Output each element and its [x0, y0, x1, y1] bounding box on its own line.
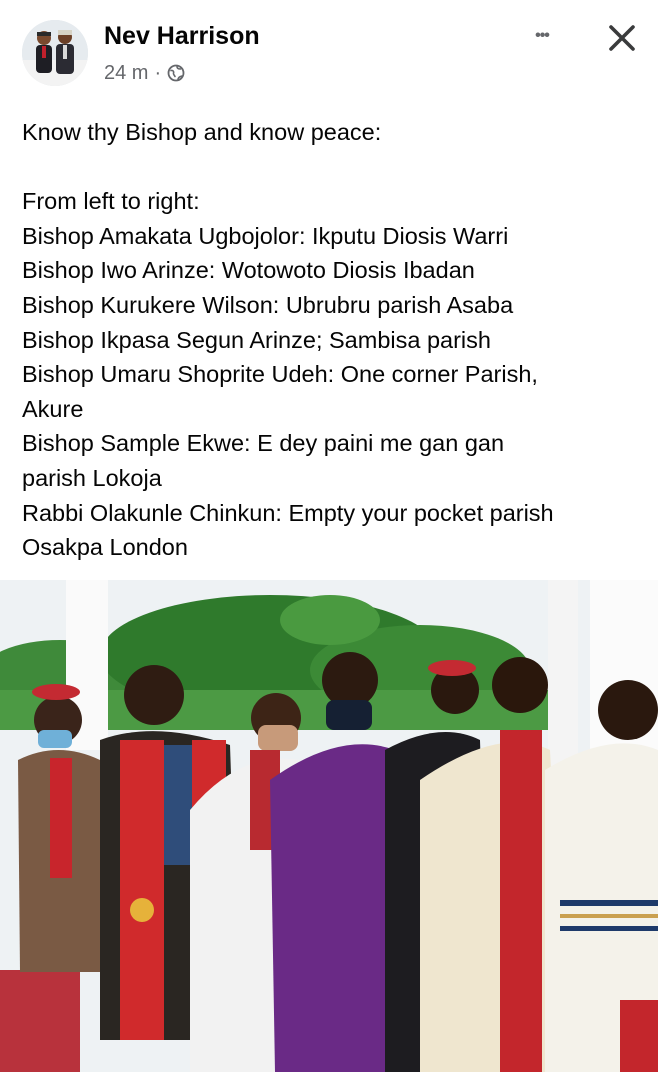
post-text-line: From left to right:: [22, 188, 200, 215]
post-text-line: parish Lokoja: [22, 464, 162, 491]
post-text-line: Bishop Sample Ekwe: E dey paini me gan g…: [22, 430, 505, 457]
meta-separator: ·: [154, 61, 162, 84]
more-options-button[interactable]: •••: [520, 22, 564, 50]
avatar-image: [22, 20, 88, 86]
post-text: Know thy Bishop and know peace: From lef…: [22, 115, 647, 565]
post-text-line: [22, 150, 647, 185]
post-text-line: Bishop Kurukere Wilson: Ubrubru parish A…: [22, 291, 514, 318]
more-horizontal-icon: •••: [535, 27, 550, 44]
post-photo[interactable]: [0, 580, 658, 1072]
post-text-line: Bishop Iwo Arinze: Wotowoto Diosis Ibada…: [22, 257, 475, 284]
post-text-line: Akure: [22, 395, 84, 422]
post-text-line: Bishop Umaru Shoprite Udeh: One corner P…: [22, 361, 538, 388]
close-button[interactable]: [598, 16, 646, 60]
post-text-line: Bishop Ikpasa Segun Arinze; Sambisa pari…: [22, 326, 491, 353]
author-avatar[interactable]: [22, 20, 88, 86]
post-text-line: Bishop Amakata Ugbojolor: Ikputu Diosis …: [22, 222, 509, 249]
post-text-line: Know thy Bishop and know peace:: [22, 119, 382, 145]
globe-icon: [167, 64, 185, 82]
post-text-line: Rabbi Olakunle Chinkun: Empty your pocke…: [22, 499, 554, 526]
author-name[interactable]: Nev Harrison: [104, 22, 260, 51]
bottom-spacer: [0, 1072, 658, 1080]
close-icon: [609, 25, 635, 51]
post-text-line: Osakpa London: [22, 534, 188, 561]
post-timestamp[interactable]: 24 m: [104, 62, 148, 85]
post-header: Nev Harrison 24 m · •••: [0, 0, 658, 100]
clergy-group-photo: [0, 580, 658, 1072]
post-meta: 24 m ·: [104, 60, 185, 86]
